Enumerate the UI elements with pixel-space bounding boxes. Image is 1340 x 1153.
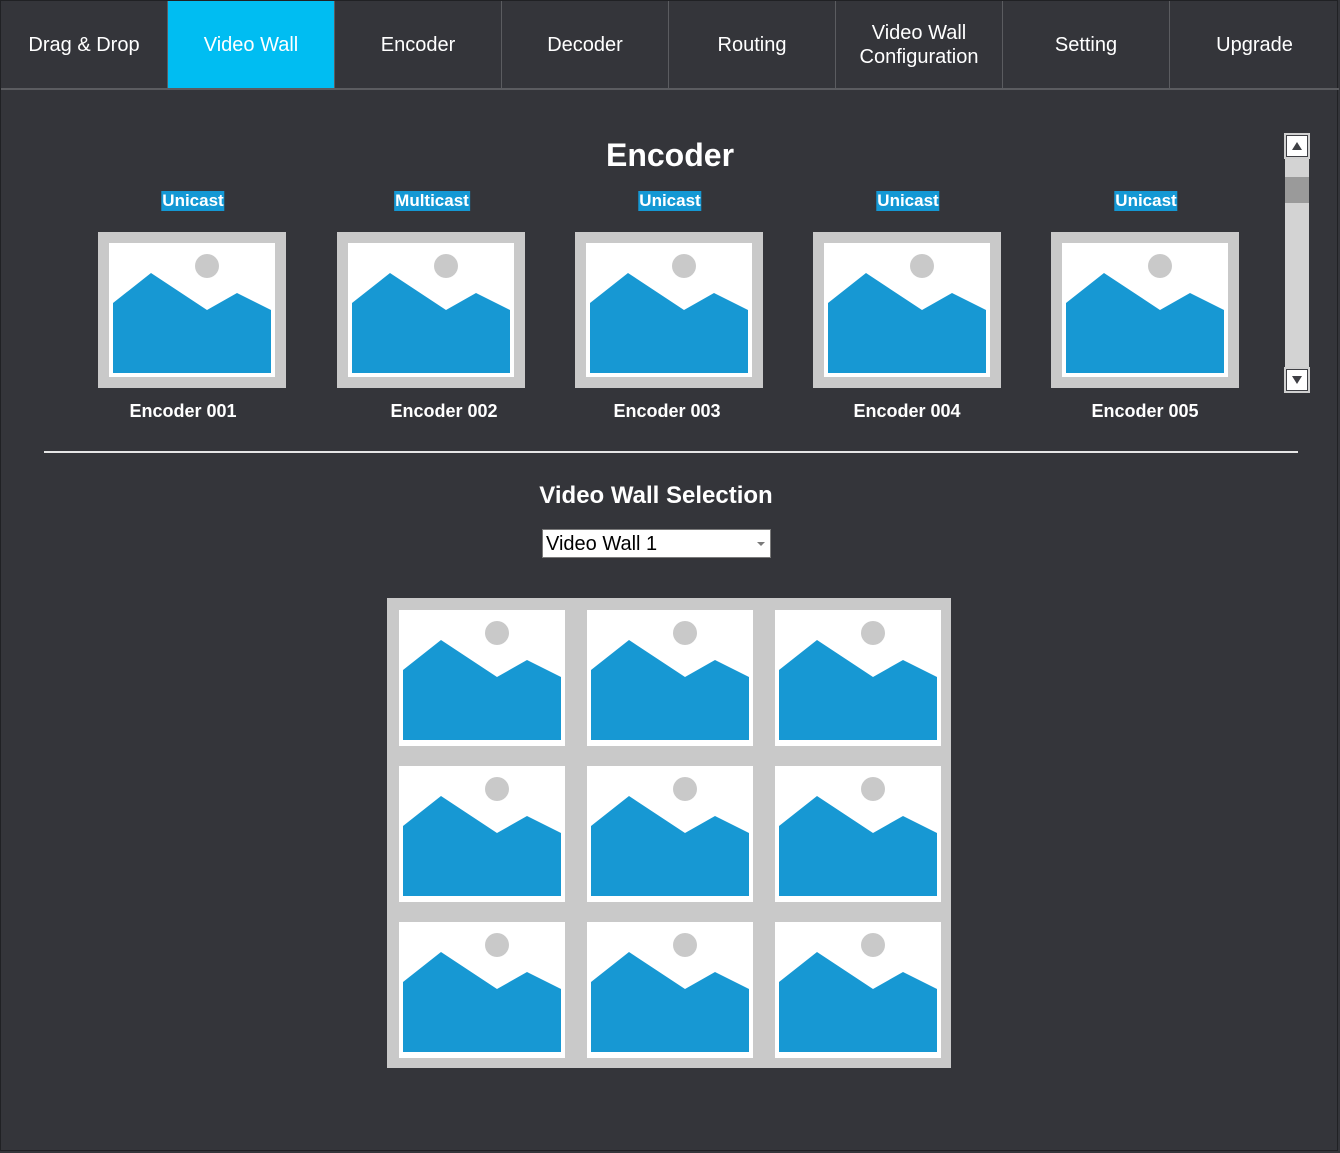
sun-shape [673,777,697,801]
scroll-down-button[interactable] [1284,367,1310,393]
mountain-shape [590,273,748,373]
tab-video-wall[interactable]: Video Wall [168,1,335,88]
image-placeholder-icon [587,766,753,902]
encoder-thumbnail[interactable] [337,232,525,388]
tab-drag-drop[interactable]: Drag & Drop [1,1,168,88]
sun-shape [195,254,219,278]
video-wall-cell-4[interactable] [399,766,565,902]
encoder-name: Encoder 004 [853,401,961,421]
mountain-shape [403,796,561,896]
top-nav: Drag & Drop Video Wall Encoder Decoder R… [1,1,1339,90]
mountain-shape [591,952,749,1052]
encoder-card-002[interactable]: Multicast Encoder 002 [337,187,527,427]
sun-shape [485,777,509,801]
video-wall-cell-6[interactable] [775,766,941,902]
sun-shape [1148,254,1172,278]
tab-routing[interactable]: Routing [669,1,836,88]
encoder-thumbnail[interactable] [98,232,286,388]
sun-shape [672,254,696,278]
section-divider [44,451,1298,453]
app-window: Drag & Drop Video Wall Encoder Decoder R… [0,0,1339,1151]
image-placeholder-icon [824,243,990,377]
tab-video-wall-configuration[interactable]: Video Wall Configuration [836,1,1003,88]
video-wall-cell-7[interactable] [399,922,565,1058]
video-wall-selection-title: Video Wall Selection [539,482,773,509]
sun-shape [485,621,509,645]
mountain-shape [403,640,561,740]
image-placeholder-icon [399,766,565,902]
video-wall-cell-9[interactable] [775,922,941,1058]
encoder-card-004[interactable]: Unicast Encoder 004 [813,187,1003,427]
mountain-shape [591,796,749,896]
encoder-card-005[interactable]: Unicast Encoder 005 [1051,187,1241,427]
encoder-name: Encoder 001 [129,401,237,421]
encoder-list: Unicast Encoder 001 Multicast Encoder 00… [1,187,1339,437]
encoder-scrollbar[interactable] [1284,133,1310,393]
mountain-shape [828,273,986,373]
sun-shape [673,621,697,645]
video-wall-select[interactable]: Video Wall 1 [542,529,771,558]
mountain-shape [1066,273,1224,373]
image-placeholder-icon [586,243,752,377]
video-wall-select-value: Video Wall 1 [546,533,658,555]
arrow-up-icon [1292,142,1302,150]
video-wall-cell-3[interactable] [775,610,941,746]
sun-shape [861,933,885,957]
arrow-down-icon [1292,376,1302,384]
scroll-thumb[interactable] [1285,177,1309,203]
tab-decoder[interactable]: Decoder [502,1,669,88]
encoder-section-title: Encoder [605,137,735,173]
image-placeholder-icon [399,922,565,1058]
encoder-name: Encoder 002 [390,401,498,421]
encoder-card-001[interactable]: Unicast Encoder 001 [98,187,288,427]
video-wall-grid [387,598,951,1068]
video-wall-cell-5[interactable] [587,766,753,902]
encoder-name: Encoder 003 [613,401,721,421]
cast-mode-badge: Unicast [876,191,940,211]
encoder-name: Encoder 005 [1091,401,1199,421]
sun-shape [485,933,509,957]
tab-upgrade[interactable]: Upgrade [1170,1,1339,88]
mountain-shape [113,273,271,373]
tab-encoder[interactable]: Encoder [335,1,502,88]
mountain-shape [779,640,937,740]
scroll-up-button[interactable] [1284,133,1310,159]
image-placeholder-icon [775,922,941,1058]
video-wall-cell-8[interactable] [587,922,753,1058]
encoder-thumbnail[interactable] [813,232,1001,388]
cast-mode-badge: Unicast [1114,191,1178,211]
mountain-shape [591,640,749,740]
image-placeholder-icon [348,243,514,377]
sun-shape [861,777,885,801]
image-placeholder-icon [1062,243,1228,377]
mountain-shape [779,796,937,896]
image-placeholder-icon [775,766,941,902]
image-placeholder-icon [587,922,753,1058]
video-wall-cell-2[interactable] [587,610,753,746]
cast-mode-badge: Unicast [161,191,225,211]
image-placeholder-icon [399,610,565,746]
scroll-track[interactable] [1285,159,1309,367]
chevron-down-icon [757,542,765,546]
sun-shape [434,254,458,278]
tab-setting[interactable]: Setting [1003,1,1170,88]
cast-mode-badge: Multicast [394,191,470,211]
mountain-shape [403,952,561,1052]
sun-shape [910,254,934,278]
encoder-thumbnail[interactable] [1051,232,1239,388]
image-placeholder-icon [587,610,753,746]
mountain-shape [352,273,510,373]
sun-shape [673,933,697,957]
image-placeholder-icon [775,610,941,746]
mountain-shape [779,952,937,1052]
sun-shape [861,621,885,645]
image-placeholder-icon [109,243,275,377]
encoder-card-003[interactable]: Unicast Encoder 003 [575,187,765,427]
encoder-thumbnail[interactable] [575,232,763,388]
video-wall-cell-1[interactable] [399,610,565,746]
cast-mode-badge: Unicast [638,191,702,211]
